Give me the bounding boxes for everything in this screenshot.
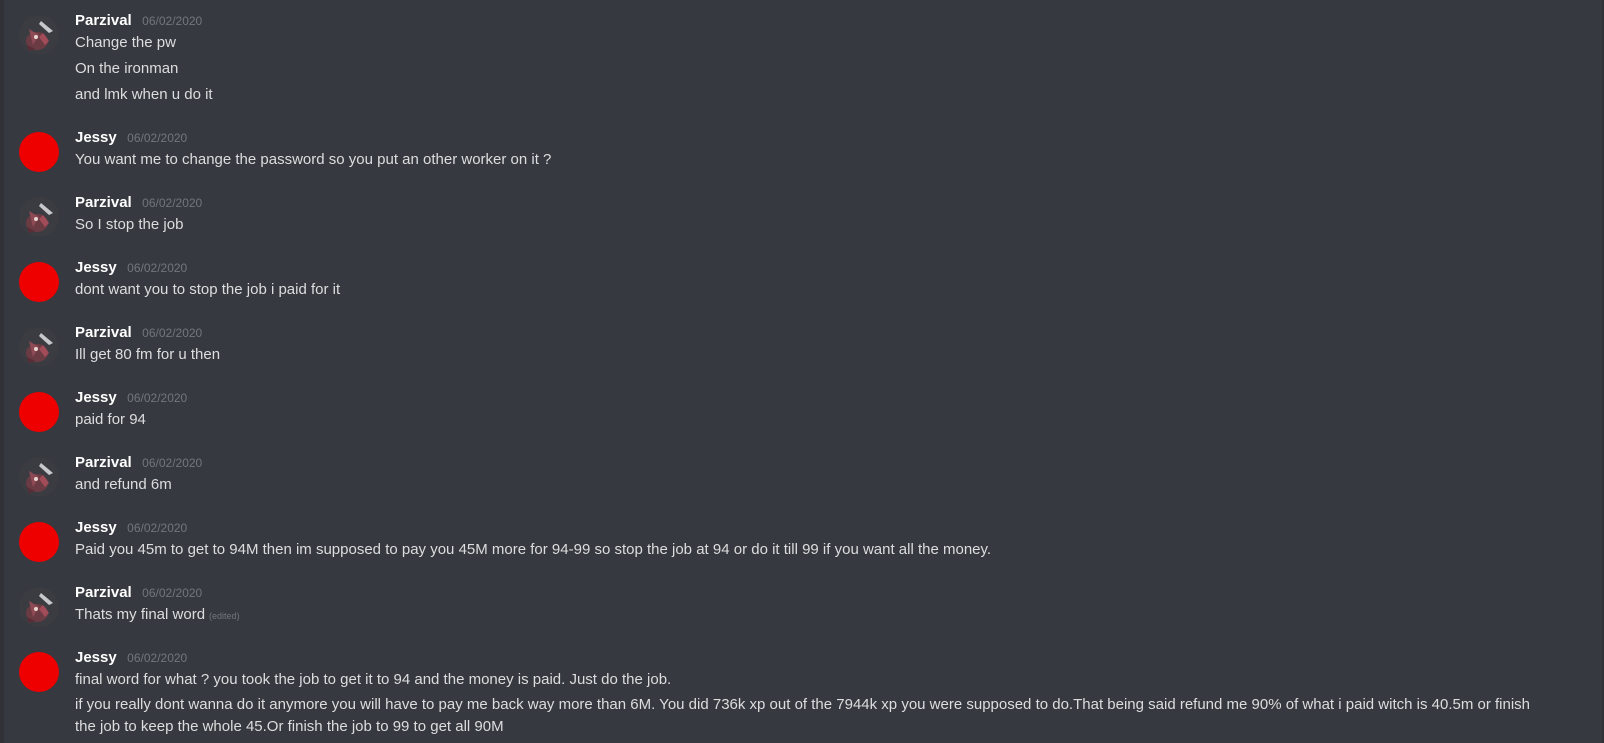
jessy-avatar[interactable]: [19, 262, 59, 302]
message-timestamp: 06/02/2020: [142, 326, 203, 340]
message-text: On the ironman: [75, 60, 179, 77]
message-group: Parzival 06/02/2020 and refund 6m: [0, 454, 1604, 500]
jessy-avatar[interactable]: [19, 652, 59, 692]
parzival-avatar[interactable]: [19, 327, 59, 367]
author-name[interactable]: Parzival: [75, 454, 132, 471]
message-timestamp: 06/02/2020: [142, 14, 203, 28]
message-text: Thats my final word (edited): [75, 604, 1555, 627]
author-name[interactable]: Parzival: [75, 12, 132, 29]
message-text: You want me to change the password so yo…: [75, 151, 552, 168]
message-header: Jessy 06/02/2020: [75, 389, 187, 409]
message-timestamp: 06/02/2020: [142, 456, 203, 470]
message-text: paid for 94: [75, 411, 146, 428]
message-header: Jessy 06/02/2020: [75, 649, 187, 669]
message-group: Parzival 06/02/2020 Thats my final word(…: [0, 584, 1604, 630]
message-group: Parzival 06/02/2020 So I stop the job: [0, 194, 1604, 240]
message-group: Parzival 06/02/2020 Change the pw On the…: [0, 12, 1604, 108]
message-timestamp: 06/02/2020: [142, 586, 203, 600]
message-text: if you really dont wanna do it anymore y…: [75, 696, 1531, 735]
message-text: dont want you to stop the job i paid for…: [75, 281, 341, 298]
author-name[interactable]: Jessy: [75, 519, 117, 536]
message-group: Jessy 06/02/2020 dont want you to stop t…: [0, 259, 1604, 305]
parzival-avatar[interactable]: [19, 587, 59, 627]
message-header: Jessy 06/02/2020: [75, 129, 187, 149]
jessy-avatar[interactable]: [19, 132, 59, 172]
edited-marker: (edited): [209, 611, 240, 621]
message-timestamp: 06/02/2020: [127, 261, 188, 275]
message-group: Jessy 06/02/2020 You want me to change t…: [0, 129, 1604, 175]
author-name[interactable]: Parzival: [75, 324, 132, 341]
avatar-artwork-icon: [19, 197, 59, 237]
message-header: Parzival 06/02/2020: [75, 454, 202, 474]
avatar-artwork-icon: [19, 15, 59, 55]
message-group: Jessy 06/02/2020 paid for 94: [0, 389, 1604, 435]
author-name[interactable]: Jessy: [75, 259, 117, 276]
chat-message-list[interactable]: Parzival 06/02/2020 Change the pw On the…: [0, 0, 1604, 743]
message-timestamp: 06/02/2020: [127, 521, 188, 535]
message-text: Ill get 80 fm for u then: [75, 346, 221, 363]
avatar-artwork-icon: [19, 587, 59, 627]
message-text: and refund 6m: [75, 476, 172, 493]
left-edge-divider: [0, 0, 4, 743]
parzival-avatar[interactable]: [19, 457, 59, 497]
message-header: Parzival 06/02/2020: [75, 324, 202, 344]
message-timestamp: 06/02/2020: [142, 196, 203, 210]
avatar-artwork-icon: [19, 327, 59, 367]
author-name[interactable]: Jessy: [75, 129, 117, 146]
parzival-avatar[interactable]: [19, 197, 59, 237]
author-name[interactable]: Jessy: [75, 389, 117, 406]
message-text: and lmk when u do it: [75, 86, 213, 103]
message-text: So I stop the job: [75, 216, 184, 233]
message-header: Parzival 06/02/2020: [75, 12, 202, 32]
message-group: Jessy 06/02/2020 Paid you 45m to get to …: [0, 519, 1604, 565]
message-header: Jessy 06/02/2020: [75, 259, 187, 279]
message-text: final word for what ? you took the job t…: [75, 671, 672, 688]
jessy-avatar[interactable]: [19, 522, 59, 562]
message-header: Parzival 06/02/2020: [75, 194, 202, 214]
message-group: Jessy 06/02/2020 final word for what ? y…: [0, 649, 1604, 743]
message-header: Jessy 06/02/2020: [75, 519, 187, 539]
parzival-avatar[interactable]: [19, 15, 59, 55]
message-body: Thats my final word: [75, 606, 206, 623]
message-text: Paid you 45m to get to 94M then im suppo…: [75, 541, 992, 558]
author-name[interactable]: Jessy: [75, 649, 117, 666]
author-name[interactable]: Parzival: [75, 584, 132, 601]
message-header: Parzival 06/02/2020: [75, 584, 202, 604]
jessy-avatar[interactable]: [19, 392, 59, 432]
message-text: Change the pw: [75, 34, 176, 51]
message-timestamp: 06/02/2020: [127, 391, 188, 405]
message-timestamp: 06/02/2020: [127, 651, 188, 665]
avatar-artwork-icon: [19, 457, 59, 497]
author-name[interactable]: Parzival: [75, 194, 132, 211]
message-timestamp: 06/02/2020: [127, 131, 188, 145]
message-group: Parzival 06/02/2020 Ill get 80 fm for u …: [0, 324, 1604, 370]
